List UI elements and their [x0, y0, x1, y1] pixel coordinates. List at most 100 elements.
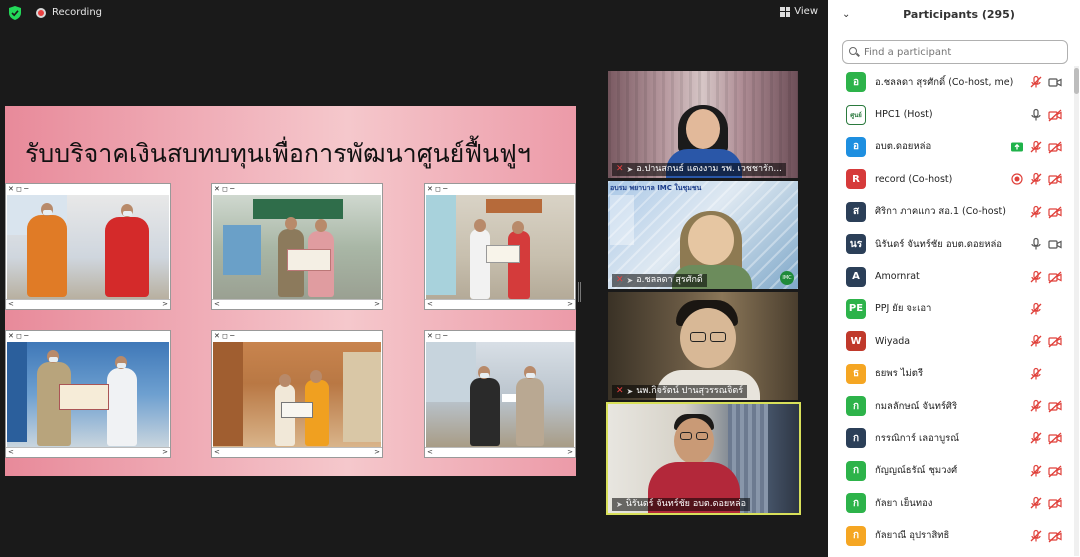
meeting-top-bar: Recording View	[0, 0, 828, 26]
video-off-icon[interactable]	[1048, 334, 1062, 348]
participant-row[interactable]: นร นิรันดร์ จันทร์ชัย อบต.ดอยหล่อ	[828, 228, 1072, 260]
muted-mic-icon[interactable]	[1029, 205, 1043, 219]
participant-avatar: อ	[846, 136, 866, 157]
mic-icon[interactable]	[1029, 108, 1043, 122]
participant-row[interactable]: PE PPJ ยัย จะเอา	[828, 293, 1072, 325]
participant-name: กัลยาณี อุปราสิทธิ	[875, 530, 950, 542]
participants-panel: ⌄ Participants (295) อ อ.ชลลดา สุรศักดิ์ …	[828, 0, 1080, 557]
participant-row[interactable]: Rrecord (Co-host)	[828, 163, 1072, 195]
video-tile-2[interactable]: อบรม พยาบาล IMC ในชุมชน IMC ✕ ➤ อ.ชลลดา …	[608, 181, 798, 289]
recording-label[interactable]: Recording	[52, 7, 102, 18]
participant-row[interactable]: อ อ.ชลลดา สุรศักดิ์ (Co-host, me)	[828, 66, 1072, 98]
pin-icon: ➤	[626, 165, 634, 174]
video-off-icon[interactable]	[1048, 431, 1062, 445]
muted-mic-icon[interactable]	[1029, 172, 1043, 186]
video-off-icon[interactable]	[1048, 172, 1062, 186]
participant-row[interactable]: ก กัลยา เย็นทอง	[828, 487, 1072, 519]
slide-photo-3: ✕ ◻ ─ < >	[424, 183, 576, 310]
split-view-handle[interactable]	[578, 282, 581, 302]
participant-row[interactable]: ธ ธยพร ไม่ตรี	[828, 358, 1072, 390]
participant-list: อ อ.ชลลดา สุรศักดิ์ (Co-host, me) ศูนย์ HPC…	[828, 66, 1072, 552]
video-tile-name: ➤ นิรันดร์ จันทร์ชัย อบต.ดอยหล่อ	[612, 498, 751, 511]
participant-name: record (Co-host)	[875, 173, 953, 185]
muted-mic-icon[interactable]	[1029, 334, 1043, 348]
muted-mic-icon[interactable]	[1029, 302, 1043, 316]
view-button[interactable]: View	[780, 6, 818, 17]
participant-name: กมลลักษณ์ จันทร์ศิริ	[875, 400, 958, 412]
participant-name: นิรันดร์ จันทร์ชัย อบต.ดอยหล่อ	[875, 238, 1002, 250]
search-input[interactable]	[864, 46, 1054, 58]
participant-name: อ.ชลลดา สุรศักดิ์ (Co-host, me)	[875, 76, 1014, 88]
participant-name: อบต.ดอยหล่อ	[875, 141, 932, 153]
muted-mic-icon[interactable]	[1029, 529, 1043, 543]
video-camera-icon[interactable]	[1048, 237, 1062, 251]
shield-icon[interactable]	[9, 6, 21, 20]
participant-avatar: ส	[846, 201, 866, 222]
video-tile-1[interactable]: ✕ ➤ อ.ปานสกนธ์ แดงงาม รพ. เวชชารัก...	[608, 71, 798, 178]
video-off-icon[interactable]	[1048, 140, 1062, 154]
participant-avatar: ก	[846, 525, 866, 546]
slide-photo-2: ✕ ◻ ─ < >	[211, 183, 383, 310]
video-tile-3[interactable]: ✕ ➤ นพ.กิจรัตน์ ปานสุวรรณจิตร์	[608, 292, 798, 400]
pin-icon: ➤	[626, 276, 634, 285]
participant-name: Amornrat	[875, 271, 920, 283]
participant-name: กัญญณ์ธรัณ์ ชุมวงศ์	[875, 465, 958, 477]
virtual-background-text: อบรม พยาบาล IMC ในชุมชน	[610, 184, 702, 192]
share-screen-icon	[1010, 140, 1024, 154]
recording-icon[interactable]	[36, 8, 46, 18]
video-off-icon[interactable]	[1048, 464, 1062, 478]
slide-photo-4: ✕ ◻ ─ < >	[5, 330, 171, 458]
muted-mic-icon: ✕	[616, 275, 624, 285]
video-camera-icon[interactable]	[1048, 75, 1062, 89]
participant-avatar: นร	[846, 234, 866, 255]
participant-row[interactable]: ศูนย์ HPC1 (Host)	[828, 98, 1072, 130]
slide-title: รับบริจาคเงินสบทบทุนเพื่อการพัฒนาศูนย์ฟื…	[25, 139, 531, 168]
muted-mic-icon[interactable]	[1029, 75, 1043, 89]
participant-avatar: W	[846, 331, 866, 352]
video-off-icon[interactable]	[1048, 205, 1062, 219]
muted-mic-icon[interactable]	[1029, 367, 1043, 381]
video-off-icon[interactable]	[1048, 399, 1062, 413]
participant-row[interactable]: A Amornrat	[828, 260, 1072, 292]
video-off-icon[interactable]	[1048, 108, 1062, 122]
participant-name: HPC1 (Host)	[875, 109, 933, 121]
video-off-icon[interactable]	[1048, 496, 1062, 510]
muted-mic-icon: ✕	[616, 164, 624, 174]
participant-row[interactable]: อ อบต.ดอยหล่อ	[828, 131, 1072, 163]
muted-mic-icon[interactable]	[1029, 464, 1043, 478]
participant-row[interactable]: ก กรรณิการ์ เลอาบูรณ์	[828, 422, 1072, 454]
video-off-icon[interactable]	[1048, 270, 1062, 284]
muted-mic-icon[interactable]	[1029, 140, 1043, 154]
video-off-icon[interactable]	[1048, 529, 1062, 543]
participant-name: Wiyada	[875, 335, 911, 347]
pin-icon: ➤	[626, 387, 634, 396]
imc-logo: IMC	[780, 271, 794, 285]
participant-avatar: ก	[846, 493, 866, 514]
muted-mic-icon[interactable]	[1029, 496, 1043, 510]
participant-list-scrollbar[interactable]	[1074, 66, 1079, 556]
muted-mic-icon[interactable]	[1029, 431, 1043, 445]
participant-row[interactable]: W Wiyada	[828, 325, 1072, 357]
muted-mic-icon[interactable]	[1029, 399, 1043, 413]
participant-row[interactable]: ก กัญญณ์ธรัณ์ ชุมวงศ์	[828, 455, 1072, 487]
recording-icon	[1010, 172, 1024, 186]
grid-view-icon	[780, 6, 791, 17]
slide-photo-6: ✕ ◻ ─ < >	[424, 330, 576, 458]
scrollbar-thumb[interactable]	[1074, 68, 1079, 94]
pin-icon: ➤	[616, 500, 623, 509]
video-tile-name: ✕ ➤ อ.ชลลดา สุรศักดิ์	[612, 274, 707, 287]
participant-row[interactable]: ส ศิริกา ภาคแกว สอ.1 (Co-host)	[828, 196, 1072, 228]
muted-mic-icon[interactable]	[1029, 270, 1043, 284]
participants-header: ⌄ Participants (295)	[828, 0, 1080, 30]
participant-row[interactable]: ก กัลยาณี อุปราสิทธิ	[828, 519, 1072, 551]
shared-screen-slide: รับบริจาคเงินสบทบทุนเพื่อการพัฒนาศูนย์ฟื…	[5, 106, 576, 476]
view-button-label: View	[794, 6, 818, 17]
participant-row[interactable]: ก กมลลักษณ์ จันทร์ศิริ	[828, 390, 1072, 422]
participant-avatar: R	[846, 169, 866, 190]
zoom-meeting-window: Recording View รับบริจาคเงินสบทบทุนเพื่อ…	[0, 0, 1080, 557]
participant-search[interactable]	[842, 40, 1068, 64]
participant-avatar: ธ	[846, 363, 866, 384]
video-tile-4-active-speaker[interactable]: ➤ นิรันดร์ จันทร์ชัย อบต.ดอยหล่อ	[606, 402, 801, 515]
meeting-toolbar-strip	[0, 548, 828, 557]
mic-icon[interactable]	[1029, 237, 1043, 251]
